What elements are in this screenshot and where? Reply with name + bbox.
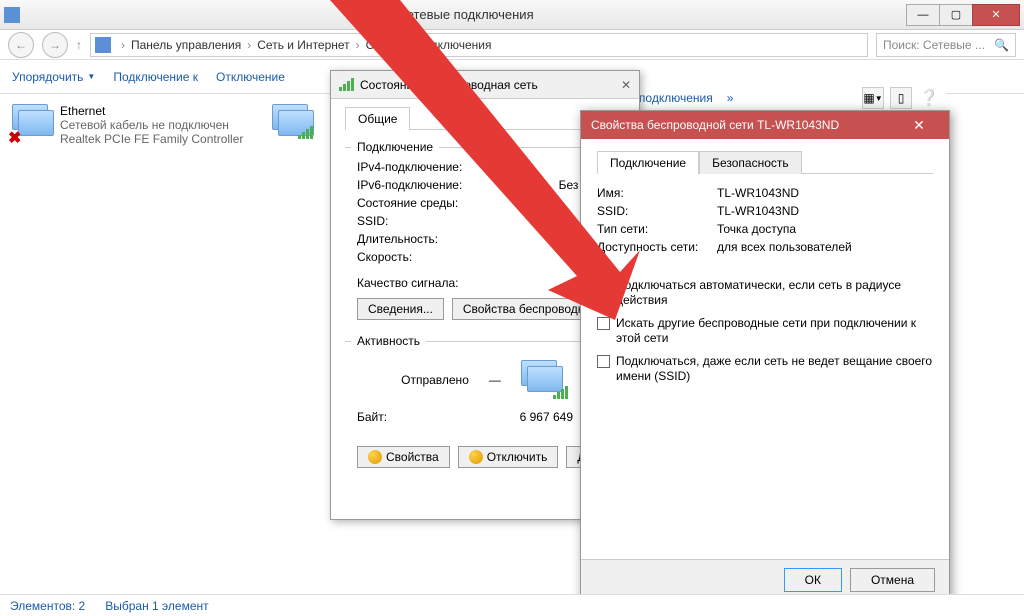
name-label: Имя:: [597, 186, 717, 200]
signal-icon: [339, 78, 354, 91]
forward-button[interactable]: →: [42, 32, 68, 58]
disable-button[interactable]: Отключение: [216, 70, 285, 84]
connect-automatically-label: Подключаться автоматически, если сеть в …: [616, 278, 933, 308]
avail-value: для всех пользователей: [717, 240, 852, 254]
avail-label: Доступность сети:: [597, 240, 717, 254]
minimize-button[interactable]: —: [906, 4, 940, 26]
connect-hidden-ssid-checkbox[interactable]: [597, 355, 610, 368]
ok-button[interactable]: ОК: [784, 568, 842, 592]
app-icon: [4, 7, 20, 23]
location-icon: [95, 37, 111, 53]
nettype-value: Точка доступа: [717, 222, 796, 236]
quality-label: Качество сигнала:: [357, 276, 613, 290]
search-placeholder: Поиск: Сетевые ...: [883, 38, 985, 52]
properties-button[interactable]: Свойства: [357, 446, 450, 468]
search-icon: 🔍: [994, 38, 1009, 52]
tab-connection[interactable]: Подключение: [597, 151, 699, 174]
toolbar-more[interactable]: »: [727, 91, 734, 105]
activity-icon: [521, 360, 569, 400]
selection-count: Выбран 1 элемент: [105, 599, 208, 613]
wireless-properties-dialog: Свойства беспроводной сети TL-WR1043ND ✕…: [580, 110, 950, 600]
status-bar: Элементов: 2 Выбран 1 элемент: [0, 594, 1024, 616]
env-label: Состояние среды:: [357, 196, 613, 210]
search-input[interactable]: Поиск: Сетевые ... 🔍: [876, 33, 1016, 57]
nettype-label: Тип сети:: [597, 222, 717, 236]
breadcrumb-item[interactable]: Сеть и Интернет: [257, 38, 349, 52]
props-dialog-title: Свойства беспроводной сети TL-WR1043ND: [591, 118, 839, 132]
title-bar: Сетевые подключения — ▢ ✕: [0, 0, 1024, 30]
tab-general[interactable]: Общие: [345, 107, 410, 130]
sent-label: Отправлено: [401, 373, 469, 387]
cancel-button[interactable]: Отмена: [850, 568, 935, 592]
duration-label: Длительность:: [357, 232, 613, 246]
ipv4-label: IPv4-подключение:: [357, 160, 613, 174]
group-activity-label: Активность: [351, 334, 426, 348]
help-button[interactable]: ❔: [918, 87, 940, 109]
organize-menu[interactable]: Упорядочить▼: [12, 70, 95, 84]
ssid-label: SSID:: [357, 214, 613, 228]
status-dialog-title-bar[interactable]: Состояние - Беспроводная сеть ✕: [331, 71, 639, 99]
disconnected-icon: ✖: [8, 128, 21, 148]
bytes-sent-value: 6 967 649: [520, 410, 573, 424]
status-close-icon[interactable]: ✕: [621, 78, 631, 92]
status-dialog-title: Состояние - Беспроводная сеть: [360, 78, 615, 92]
connection-name: Ethernet: [60, 104, 243, 118]
speed-label: Скорость:: [357, 250, 613, 264]
search-other-networks-label: Искать другие беспроводные сети при подк…: [616, 316, 933, 346]
ethernet-icon: ✖: [12, 104, 52, 140]
disable-conn-button[interactable]: Отключить: [458, 446, 559, 468]
breadcrumb-item[interactable]: Панель управления: [131, 38, 241, 52]
ssid-value: TL-WR1043ND: [717, 204, 799, 218]
wireless-icon: [272, 104, 312, 140]
breadcrumb-item[interactable]: Сетевые подключения: [366, 38, 492, 52]
bytes-label: Байт:: [357, 410, 520, 424]
tab-security[interactable]: Безопасность: [699, 151, 802, 174]
shield-icon: [368, 450, 382, 464]
close-button[interactable]: ✕: [972, 4, 1020, 26]
up-button[interactable]: ↑: [76, 38, 82, 52]
connect-hidden-ssid-label: Подключаться, даже если сеть не ведет ве…: [616, 354, 933, 384]
name-value: TL-WR1043ND: [717, 186, 799, 200]
props-dialog-title-bar[interactable]: Свойства беспроводной сети TL-WR1043ND ✕: [581, 111, 949, 139]
connection-ethernet[interactable]: ✖ Ethernet Сетевой кабель не подключен R…: [0, 94, 260, 594]
connect-to-button[interactable]: Подключение к: [113, 70, 198, 84]
connection-status: Сетевой кабель не подключен: [60, 118, 243, 132]
details-button[interactable]: Сведения...: [357, 298, 444, 320]
view-icons-button[interactable]: ▦▼: [862, 87, 884, 109]
connection-adapter: Realtek PCIe FE Family Controller: [60, 132, 243, 146]
window-title: Сетевые подключения: [24, 7, 907, 22]
breadcrumb[interactable]: › Панель управления › Сеть и Интернет › …: [90, 33, 868, 57]
ssid-label: SSID:: [597, 204, 717, 218]
preview-pane-button[interactable]: ▯: [890, 87, 912, 109]
search-other-networks-checkbox[interactable]: [597, 317, 610, 330]
props-close-button[interactable]: ✕: [899, 111, 939, 139]
toolbar-overflow: ование подключения » ▦▼ ▯ ❔: [596, 86, 946, 110]
elements-count: Элементов: 2: [10, 599, 85, 613]
group-connection-label: Подключение: [351, 140, 439, 154]
shield-icon: [469, 450, 483, 464]
maximize-button[interactable]: ▢: [939, 4, 973, 26]
connect-automatically-checkbox[interactable]: [597, 279, 610, 292]
address-bar: ← → ↑ › Панель управления › Сеть и Интер…: [0, 30, 1024, 60]
ipv6-label: IPv6-подключение:: [357, 178, 559, 192]
back-button[interactable]: ←: [8, 32, 34, 58]
